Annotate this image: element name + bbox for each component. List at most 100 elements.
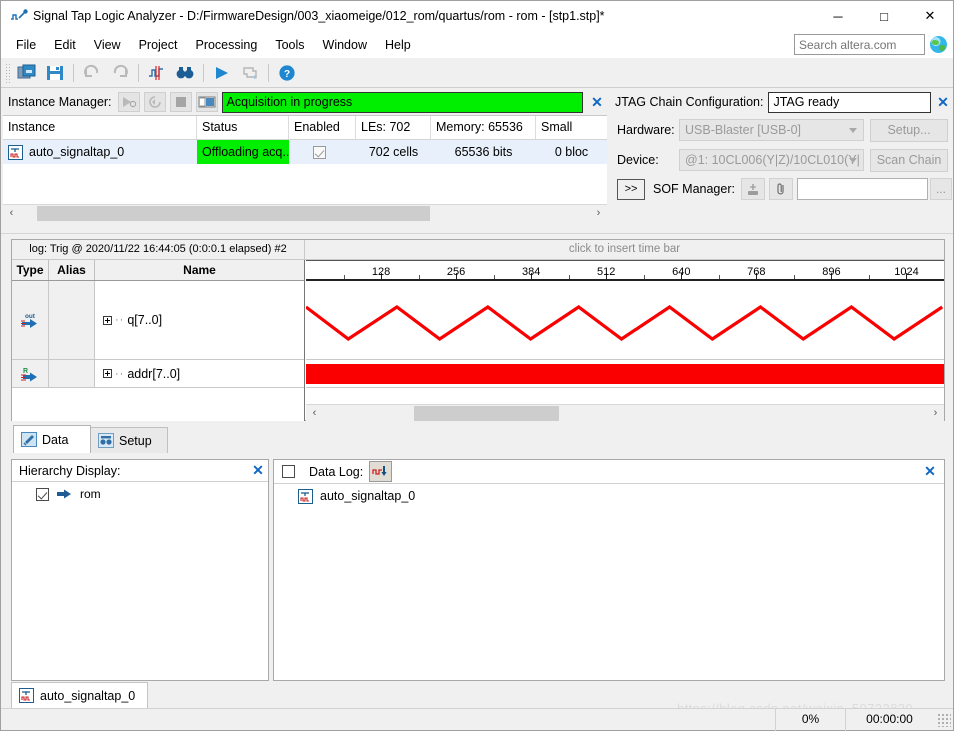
open-project-icon[interactable] <box>14 61 40 85</box>
signal-row-addr[interactable]: R ·· addr[7..0] <box>12 360 304 388</box>
column-name[interactable]: Name <box>95 260 304 280</box>
column-enabled[interactable]: Enabled <box>289 116 356 139</box>
waveform-row-q[interactable] <box>306 281 944 360</box>
tab-data[interactable]: Data <box>13 425 91 453</box>
help-icon[interactable]: ? <box>274 61 300 85</box>
table-row[interactable]: auto_signaltap_0 Offloading acq... 702 c… <box>3 140 607 164</box>
column-status[interactable]: Status <box>197 116 289 139</box>
program-device-icon[interactable] <box>740 178 765 200</box>
setup-tab-icon <box>98 433 114 448</box>
menu-project[interactable]: Project <box>130 34 187 56</box>
column-type[interactable]: Type <box>12 260 49 280</box>
run-analysis-button[interactable] <box>117 92 140 112</box>
close-hierarchy-icon[interactable]: ✕ <box>248 462 268 479</box>
waveform-row-addr[interactable] <box>306 360 944 388</box>
column-memory[interactable]: Memory: 65536 <box>431 116 536 139</box>
ruler-minor-tick <box>718 275 720 279</box>
column-small[interactable]: Small <box>536 116 607 139</box>
svg-text:R: R <box>23 368 28 375</box>
tab-setup-label: Setup <box>119 433 152 448</box>
node-icon <box>56 488 72 500</box>
redo-icon[interactable] <box>107 61 133 85</box>
run-analysis-icon[interactable] <box>209 61 235 85</box>
time-ruler[interactable]: 128 256 384 512 640 768 896 1024 <box>306 260 944 281</box>
device-row: Device: @1: 10CL006(Y|Z)/10CL010(Y| Scan… <box>611 145 953 175</box>
signal-alias-addr[interactable] <box>49 360 95 387</box>
stop-analysis-button[interactable] <box>169 92 192 112</box>
waveform-horizontal-scrollbar[interactable]: ‹ › <box>306 404 944 421</box>
column-alias[interactable]: Alias <box>49 260 95 280</box>
scroll-left-arrow-icon[interactable]: ‹ <box>306 406 323 421</box>
column-instance[interactable]: Instance <box>3 116 197 139</box>
close-jtag-panel-icon[interactable]: ✕ <box>933 94 953 111</box>
instance-horizontal-scrollbar[interactable]: ‹ › <box>3 204 607 221</box>
save-icon[interactable] <box>42 61 68 85</box>
q-waveform-trace <box>306 281 944 360</box>
ruler-tick-label: 640 <box>672 266 691 278</box>
menu-tools[interactable]: Tools <box>266 34 313 56</box>
data-log-checkbox[interactable] <box>282 465 295 478</box>
scroll-thumb[interactable] <box>413 405 559 421</box>
instance-name-cell[interactable]: auto_signaltap_0 <box>3 140 197 164</box>
stop-analysis-icon[interactable] <box>237 61 263 85</box>
expand-sof-button[interactable]: >> <box>617 178 645 200</box>
scroll-track[interactable] <box>323 405 927 421</box>
menu-view[interactable]: View <box>85 34 130 56</box>
signal-name-addr[interactable]: ·· addr[7..0] <box>95 360 304 387</box>
chevron-down-icon <box>849 158 857 163</box>
expand-icon[interactable] <box>103 369 112 378</box>
globe-icon[interactable] <box>930 36 947 53</box>
tab-setup[interactable]: Setup <box>90 427 168 453</box>
bottom-tab-auto-signaltap[interactable]: auto_signaltap_0 <box>11 682 148 708</box>
hardware-select[interactable]: USB-Blaster [USB-0] <box>679 119 864 141</box>
signal-alias-q[interactable] <box>49 281 95 359</box>
sof-browse-button[interactable]: ... <box>929 178 952 200</box>
list-item[interactable]: auto_signaltap_0 <box>274 484 944 508</box>
search-input[interactable] <box>794 34 925 55</box>
scroll-right-arrow-icon[interactable]: › <box>927 406 944 421</box>
device-select[interactable]: @1: 10CL006(Y|Z)/10CL010(Y| <box>679 149 864 171</box>
scroll-thumb[interactable] <box>37 205 431 221</box>
rerun-analysis-button[interactable] <box>143 92 166 112</box>
undo-icon[interactable] <box>79 61 105 85</box>
expand-icon[interactable] <box>103 315 112 325</box>
menu-help[interactable]: Help <box>376 34 420 56</box>
save-data-icon[interactable] <box>369 461 393 482</box>
read-data-button[interactable] <box>195 92 218 112</box>
hierarchy-checkbox[interactable] <box>36 487 49 501</box>
main-toolbar: ? <box>1 58 953 88</box>
find-icon[interactable] <box>172 61 198 85</box>
menu-file[interactable]: File <box>7 34 45 56</box>
menu-window[interactable]: Window <box>314 34 376 56</box>
close-data-log-icon[interactable]: ✕ <box>920 463 940 480</box>
close-button[interactable]: ✕ <box>907 1 953 31</box>
jtag-title: JTAG Chain Configuration: <box>615 95 764 109</box>
maximize-button[interactable]: □ <box>861 1 907 31</box>
signaltap-settings-icon[interactable] <box>144 61 170 85</box>
addr-waveform-band <box>306 363 944 384</box>
signal-name-q[interactable]: ·· q[7..0] <box>95 281 304 359</box>
progress-percent: 0% <box>775 708 845 731</box>
list-item[interactable]: rom <box>12 482 268 506</box>
close-instance-manager-icon[interactable]: ✕ <box>587 94 607 111</box>
signal-row-q[interactable]: out ·· q[7..0] <box>12 281 304 360</box>
scroll-track[interactable] <box>20 205 590 221</box>
instance-enabled-cell[interactable] <box>289 140 356 164</box>
sof-file-input[interactable] <box>796 178 928 200</box>
enabled-checkbox[interactable] <box>312 145 326 159</box>
time-bar-hint[interactable]: click to insert time bar <box>305 240 944 259</box>
instance-status-cell: Offloading acq... <box>197 140 289 164</box>
scroll-right-arrow-icon[interactable]: › <box>590 206 607 221</box>
resize-grip-icon[interactable] <box>937 712 951 727</box>
menu-processing[interactable]: Processing <box>186 34 266 56</box>
waveform-plot-area[interactable]: 128 256 384 512 640 768 896 1024 <box>306 260 944 421</box>
scroll-left-arrow-icon[interactable]: ‹ <box>3 206 20 221</box>
attach-sof-icon[interactable] <box>768 178 793 200</box>
menu-edit[interactable]: Edit <box>45 34 85 56</box>
minimize-button[interactable]: ─ <box>815 1 861 31</box>
svg-text:?: ? <box>284 69 290 80</box>
scan-chain-button[interactable]: Scan Chain <box>870 148 948 172</box>
toolbar-grip[interactable] <box>5 62 11 83</box>
column-les[interactable]: LEs: 702 <box>356 116 431 139</box>
setup-button[interactable]: Setup... <box>870 118 948 142</box>
